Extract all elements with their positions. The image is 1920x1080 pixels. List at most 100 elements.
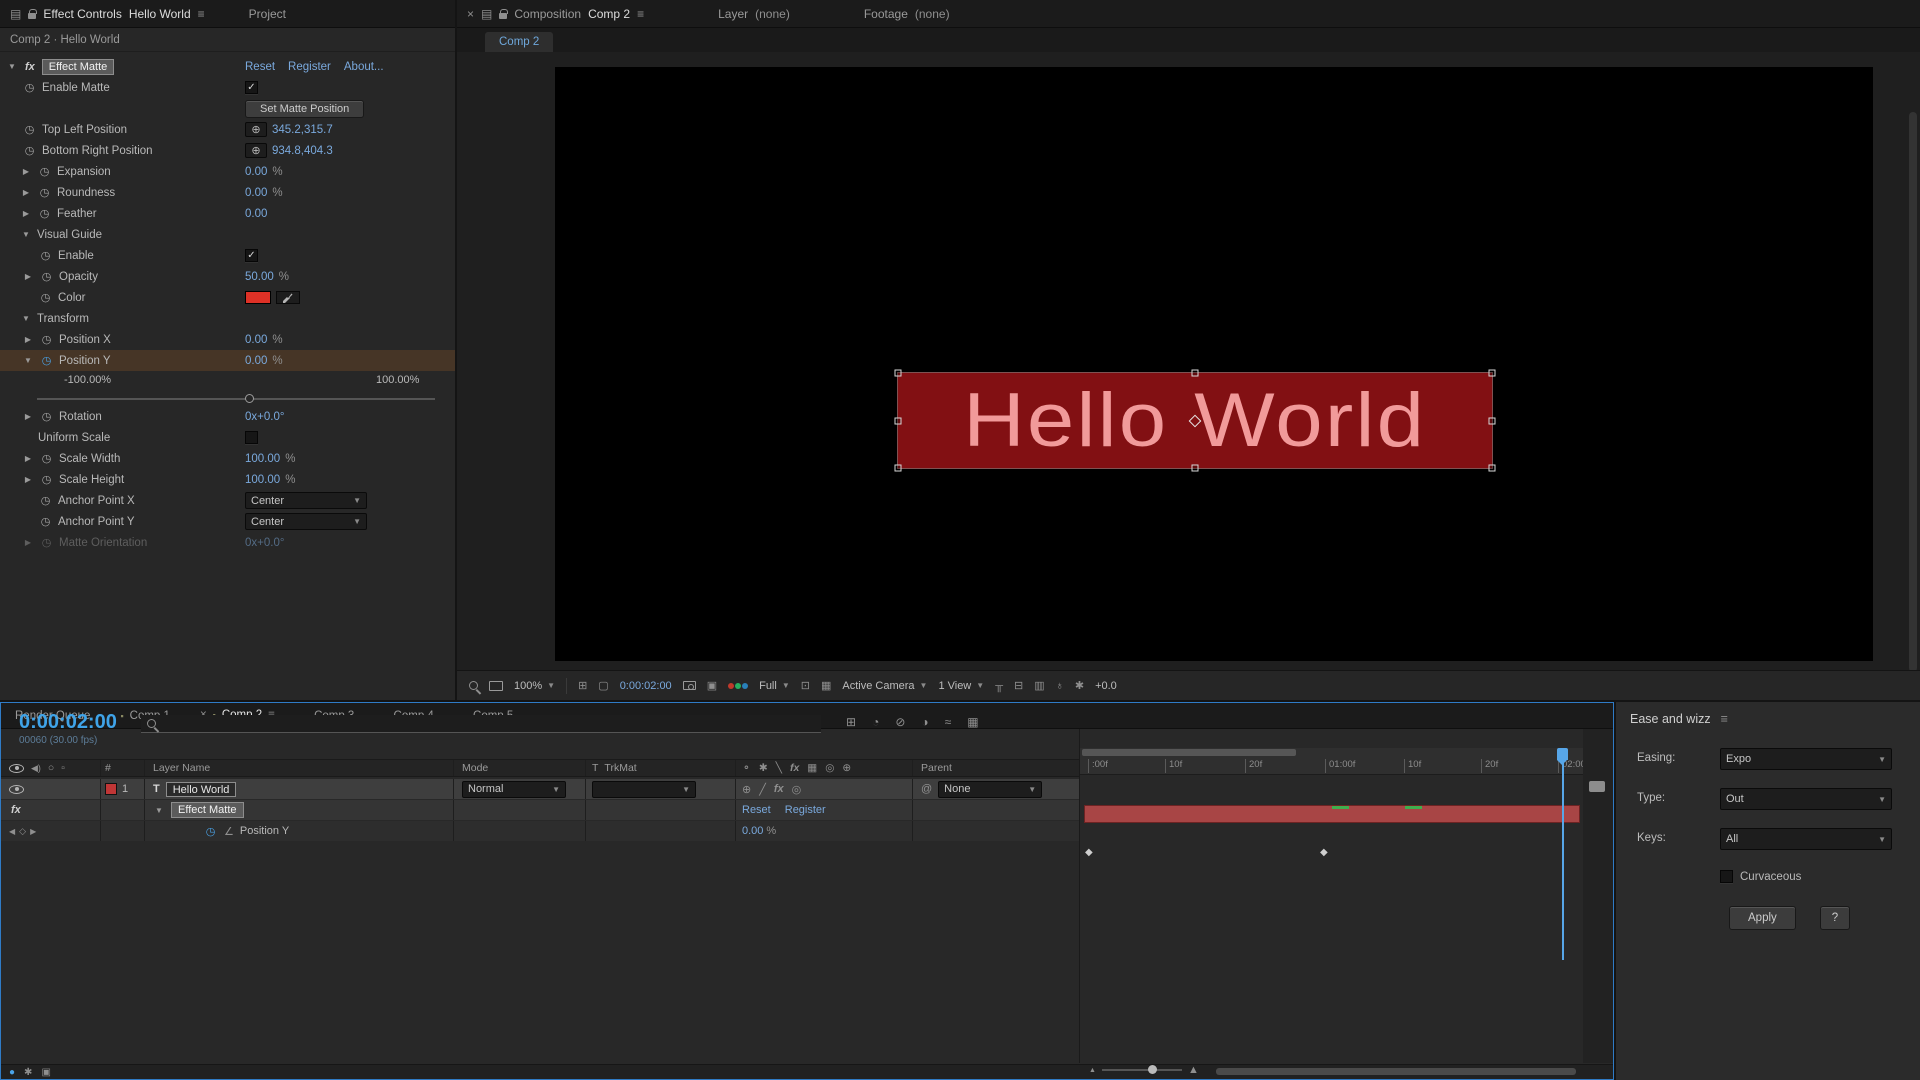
scale-height-value[interactable]: 100.00	[245, 474, 280, 486]
quality-switch[interactable]: ╱	[759, 783, 766, 796]
lock-icon[interactable]	[28, 13, 36, 19]
timeline-vertical-scrollbar[interactable]	[1583, 729, 1613, 1063]
curvaceous-checkbox[interactable]	[1720, 870, 1733, 883]
timeline-horizontal-scrollbar[interactable]	[1216, 1068, 1576, 1075]
point-target-icon[interactable]: ⊕	[245, 143, 267, 158]
collapse-triangle-icon[interactable]: ▼	[20, 314, 32, 323]
position-y-slider[interactable]	[37, 398, 435, 400]
monitor-icon[interactable]	[489, 681, 503, 691]
stopwatch-icon[interactable]: ◷	[22, 123, 37, 136]
snapshot-icon[interactable]	[683, 681, 696, 690]
mask-visibility-icon[interactable]: ▢	[598, 679, 608, 692]
stopwatch-icon-active[interactable]: ◷	[39, 354, 54, 367]
column-layer-name[interactable]: Layer Name	[153, 762, 210, 774]
color-swatch[interactable]	[245, 291, 271, 304]
layer-row[interactable]: 1 T Hello World Normal▼ ▼ ⊕ ╱ fx ◎ @	[1, 779, 1079, 799]
next-keyframe-icon[interactable]: ▶	[30, 827, 36, 836]
expression-graph-icon[interactable]: ∠	[224, 825, 234, 838]
expand-triangle-icon[interactable]: ▶	[22, 454, 34, 463]
position-x-value[interactable]: 0.00	[245, 334, 267, 346]
selection-handle[interactable]	[1192, 465, 1199, 472]
expand-triangle-icon[interactable]: ▶	[22, 272, 34, 281]
collapse-triangle-icon[interactable]: ▼	[6, 62, 18, 71]
proxy-icon[interactable]: ▣	[41, 1067, 50, 1078]
point-target-icon[interactable]: ⊕	[245, 122, 267, 137]
layer-name[interactable]: Hello World	[166, 782, 237, 797]
stopwatch-icon-active[interactable]: ◷	[203, 825, 218, 838]
stopwatch-icon[interactable]: ◷	[38, 494, 53, 507]
stopwatch-icon[interactable]: ◷	[37, 186, 52, 199]
stopwatch-icon[interactable]: ◷	[38, 291, 53, 304]
collapse-triangle-icon[interactable]: ▼	[20, 230, 32, 239]
exposure-histogram-icon[interactable]: ▥	[1034, 679, 1044, 692]
rotation-value[interactable]: 0x+0.0°	[245, 411, 284, 423]
stopwatch-icon[interactable]: ◷	[38, 249, 53, 262]
effect-name[interactable]: Effect Matte	[42, 59, 115, 75]
reset-link[interactable]: Reset	[742, 804, 771, 816]
enable-checkbox[interactable]: ✓	[245, 249, 258, 262]
current-timecode[interactable]: 0:00:02:00	[19, 711, 117, 734]
layer-color-chip[interactable]	[105, 783, 117, 795]
selection-handle[interactable]	[1192, 370, 1199, 377]
stopwatch-icon[interactable]: ◷	[39, 410, 54, 423]
selection-handle[interactable]	[1489, 417, 1496, 424]
zoom-slider[interactable]	[1102, 1069, 1182, 1071]
zoom-out-mountain-icon[interactable]: ▲	[1089, 1067, 1096, 1074]
expand-triangle-icon[interactable]: ▶	[20, 188, 32, 197]
keys-dropdown[interactable]: All▼	[1720, 828, 1892, 850]
current-time-indicator-handle[interactable]	[1557, 748, 1568, 760]
property-value[interactable]: 0.00	[742, 825, 763, 837]
selection-handle[interactable]	[1489, 370, 1496, 377]
column-mode[interactable]: Mode	[462, 762, 488, 774]
magnification-dropdown[interactable]: 100%▼	[514, 680, 555, 692]
show-snapshot-icon[interactable]: ▣	[707, 679, 717, 692]
search-input[interactable]	[162, 718, 815, 730]
type-dropdown[interactable]: Out▼	[1720, 788, 1892, 810]
zoom-slider-knob[interactable]	[1148, 1065, 1157, 1074]
transparency-grid-icon[interactable]: ▦	[821, 679, 831, 692]
stopwatch-icon[interactable]: ◷	[39, 270, 54, 283]
render-settings-icon[interactable]: ✱	[24, 1067, 32, 1078]
anchor-point-y-dropdown[interactable]: Center▼	[245, 513, 367, 530]
viewer-timecode[interactable]: 0:00:02:00	[620, 680, 672, 692]
comp-marker-bin-button[interactable]	[1589, 781, 1605, 792]
resolution-dropdown[interactable]: Full▼	[759, 680, 790, 692]
stopwatch-icon[interactable]: ◷	[39, 452, 54, 465]
goalposts-icon[interactable]: ╥	[995, 680, 1003, 692]
viewer-scrollbar[interactable]	[1909, 112, 1917, 672]
blend-mode-dropdown[interactable]: Normal▼	[462, 781, 566, 798]
apply-button[interactable]: Apply	[1729, 906, 1796, 930]
trkmat-dropdown[interactable]: ▼	[592, 781, 696, 798]
stopwatch-icon[interactable]: ◷	[37, 207, 52, 220]
hide-shy-layers-icon[interactable]: ⊘	[895, 715, 905, 729]
frame-blend-icon[interactable]: ◑	[921, 715, 928, 729]
prev-keyframe-icon[interactable]: ◀	[9, 827, 15, 836]
selection-handle[interactable]	[895, 465, 902, 472]
comp-mini-flowchart-icon[interactable]: ⊞	[846, 715, 856, 729]
grid-guides-icon[interactable]: ⊞	[578, 679, 587, 692]
zoom-in-mountain-icon[interactable]: ▲	[1188, 1064, 1199, 1076]
expansion-value[interactable]: 0.00	[245, 166, 267, 178]
layer-visibility-toggle[interactable]	[9, 785, 24, 794]
eyedropper-icon[interactable]	[276, 291, 300, 304]
current-time-indicator-line[interactable]	[1562, 748, 1564, 960]
keyframe-diamond[interactable]: ◆	[1320, 847, 1328, 858]
anchor-point-x-dropdown[interactable]: Center▼	[245, 492, 367, 509]
composition-canvas[interactable]: Hello World	[555, 67, 1873, 661]
stopwatch-icon[interactable]: ◷	[37, 165, 52, 178]
expand-triangle-icon[interactable]: ▶	[22, 335, 34, 344]
column-trkmat[interactable]: TrkMat	[604, 762, 636, 774]
collapse-triangle-icon[interactable]: ▼	[153, 806, 165, 815]
collapse-switch[interactable]: ⊕	[742, 783, 751, 796]
parent-pickwhip-icon[interactable]: @	[921, 783, 932, 795]
selection-handle[interactable]	[895, 370, 902, 377]
stopwatch-icon[interactable]: ◷	[38, 515, 53, 528]
effect-matte-region[interactable]: Hello World	[898, 373, 1492, 468]
motion-blur-switch[interactable]: ◎	[792, 783, 802, 796]
panel-menu-icon[interactable]: ≡	[1721, 712, 1728, 726]
motion-blur-icon[interactable]: ≈	[945, 715, 952, 729]
work-area-bar[interactable]	[1082, 749, 1296, 756]
expand-triangle-icon[interactable]: ▶	[20, 209, 32, 218]
zoom-tool-icon[interactable]	[469, 681, 478, 690]
help-button[interactable]: ?	[1820, 906, 1850, 930]
